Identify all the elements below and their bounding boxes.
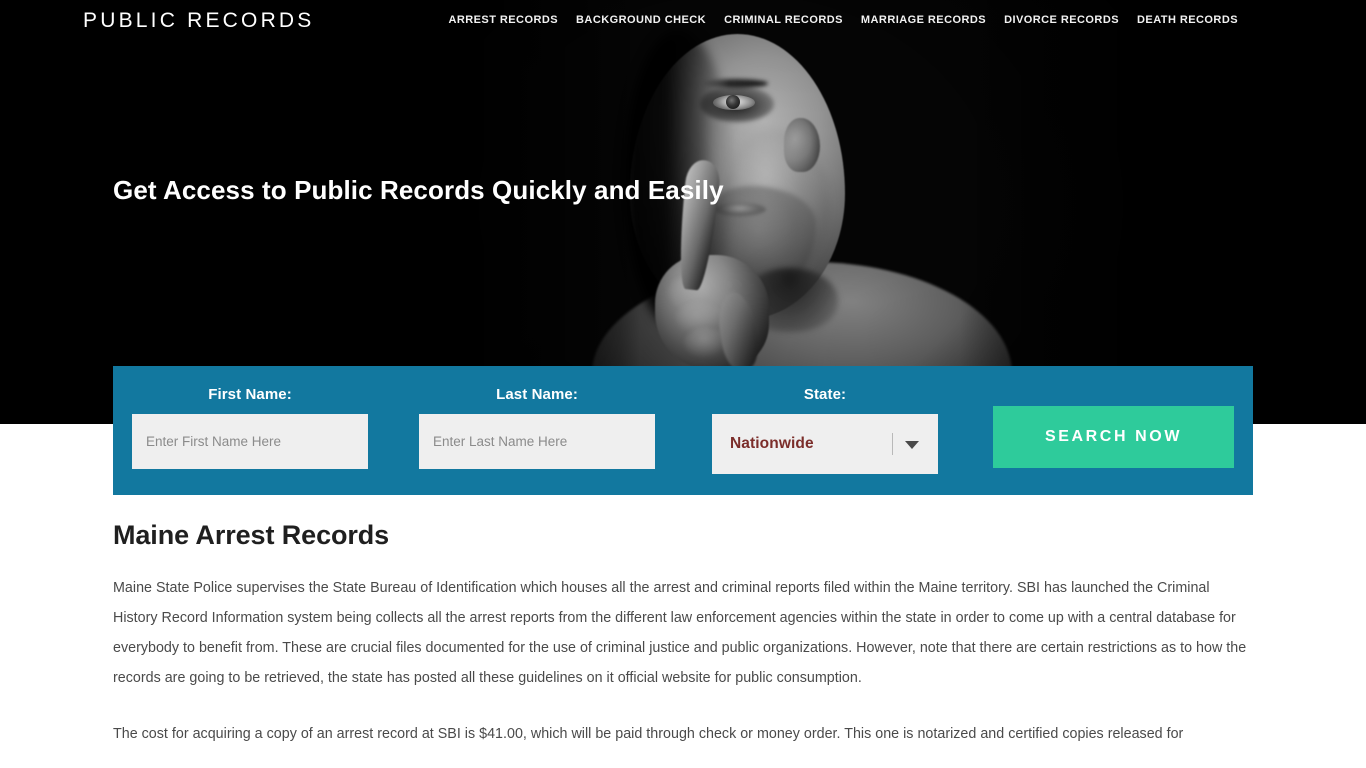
nav-item-criminal-records[interactable]: CRIMINAL RECORDS [724,14,843,26]
content-paragraph: Maine State Police supervises the State … [113,580,1247,686]
state-label: State: [803,386,847,403]
photo-right-fade-overlay [960,0,1366,424]
nav-item-death-records[interactable]: DEATH RECORDS [1137,14,1238,26]
first-name-label: First Name: [208,386,292,403]
search-now-button[interactable]: SEARCH NOW [993,406,1234,468]
hero-background-photo [0,0,1366,424]
hero-section [0,0,1366,424]
first-name-field-group: First Name: [132,385,368,469]
state-selected-value: Nationwide [730,435,814,452]
nav-item-background-check[interactable]: BACKGROUND CHECK [576,14,706,26]
last-name-input[interactable] [419,414,655,469]
page-title: Maine Arrest Records [113,520,390,550]
state-select[interactable]: Nationwide [712,414,938,474]
nav-item-divorce-records[interactable]: DIVORCE RECORDS [1004,14,1119,26]
nav-item-marriage-records[interactable]: MARRIAGE RECORDS [861,14,986,26]
first-name-input[interactable] [132,414,368,469]
last-name-field-group: Last Name: [419,385,655,469]
nav-item-arrest-records[interactable]: ARREST RECORDS [448,14,558,26]
search-form-panel: First Name: Last Name: State: Nationwide… [113,366,1253,495]
content-paragraph: The cost for acquiring a copy of an arre… [113,726,1184,742]
main-navigation: ARREST RECORDS BACKGROUND CHECK CRIMINAL… [448,14,1238,26]
top-navigation-bar: PUBLIC RECORDS ARREST RECORDS BACKGROUND… [0,0,1366,44]
main-content: Maine Arrest Records Maine State Police … [113,520,1253,768]
chevron-down-icon [905,441,919,449]
photo-left-fade-overlay [0,0,640,424]
site-logo-public-records[interactable]: PUBLIC RECORDS [83,9,315,33]
page-root: PUBLIC RECORDS ARREST RECORDS BACKGROUND… [0,0,1366,768]
hero-headline: Get Access to Public Records Quickly and… [113,175,724,205]
last-name-label: Last Name: [496,386,578,403]
state-field-group: State: Nationwide [712,385,938,474]
select-divider [892,433,893,455]
search-form-row: First Name: Last Name: State: Nationwide… [113,366,1253,495]
